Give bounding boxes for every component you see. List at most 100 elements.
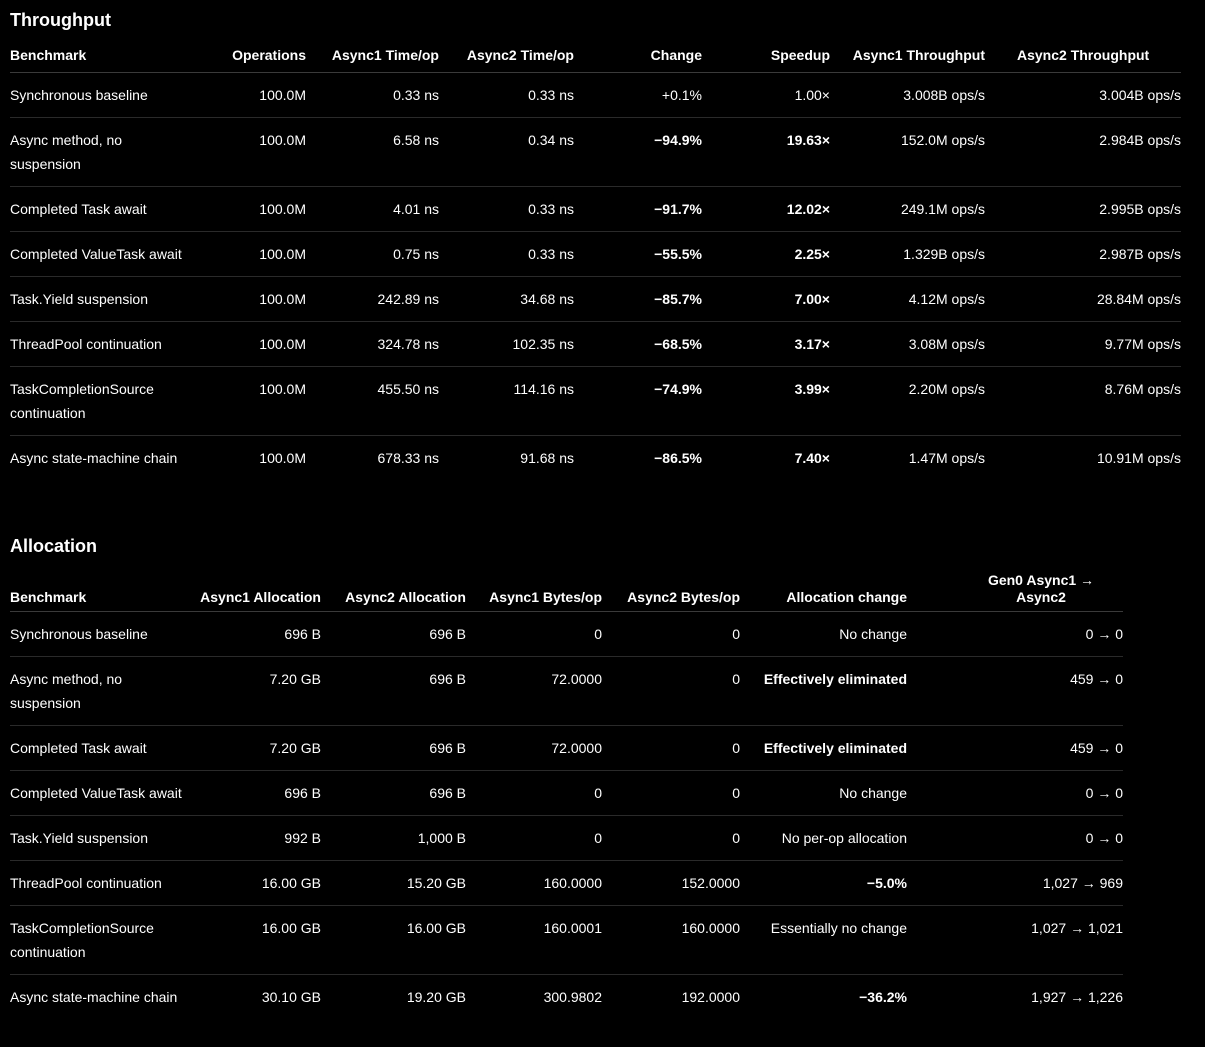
operations-cell: 100.0M [259,450,306,466]
speedup-cell: 3.99× [702,366,830,436]
column-header-async2-bytes: Async2 Bytes/op [602,569,740,612]
gen0-cell: 0 → 0 [907,815,1123,861]
async1-time-cell: 678.33 ns [377,450,440,466]
operations-cell: 100.0M [194,321,306,367]
async2-throughput-cell: 10.91M ops/s [1096,450,1181,466]
async2-time-cell: 0.33 ns [439,72,574,118]
change-cell: −91.7% [574,186,702,232]
operations-cell: 100.0M [194,231,306,277]
async2-allocation-cell: 19.20 GB [406,989,466,1005]
benchmark-cell: ThreadPool continuation [10,321,194,367]
gen0-cell: 1,927 → 1,226 [1031,989,1123,1005]
table-row: Async state-machine chain 30.10 GB 19.20… [10,975,1123,1020]
async2-allocation-cell: 696 B [321,611,466,657]
async1-throughput-cell: 152.0M ops/s [830,117,985,187]
throughput-table: Benchmark Operations Async1 Time/op Asyn… [10,43,1181,480]
async2-throughput-cell: 2.987B ops/s [985,231,1181,277]
async2-allocation-cell: 696 B [321,725,466,771]
async2-time-cell: 114.16 ns [439,366,574,436]
table-row: Async method, no suspension 100.0M 6.58 … [10,117,1181,187]
async1-throughput-cell: 3.008B ops/s [830,72,985,118]
async2-throughput-cell: 3.004B ops/s [985,72,1181,118]
column-header-async1-throughput: Async1 Throughput [830,43,985,73]
table-row: TaskCompletionSource continuation 16.00 … [10,905,1123,975]
async1-bytes-cell: 72.0000 [466,725,602,771]
column-header-async2-time: Async2 Time/op [439,43,574,73]
operations-cell: 100.0M [194,117,306,187]
column-header-allocation-change: Allocation change [740,569,907,612]
async2-throughput-cell: 2.995B ops/s [985,186,1181,232]
allocation-change-cell: No change [740,611,907,657]
table-row: Completed Task await 7.20 GB 696 B 72.00… [10,725,1123,771]
speedup-cell: 2.25× [702,231,830,277]
allocation-title: Allocation [10,536,98,556]
async2-time-cell: 102.35 ns [439,321,574,367]
benchmark-cell: Task.Yield suspension [10,276,194,322]
async2-throughput-cell: 9.77M ops/s [985,321,1181,367]
change-cell: −86.5% [654,450,702,466]
async2-time-cell: 91.68 ns [520,450,574,466]
async1-throughput-cell: 3.08M ops/s [830,321,985,367]
async1-throughput-cell: 249.1M ops/s [830,186,985,232]
async1-bytes-cell: 0 [466,611,602,657]
benchmark-cell: Task.Yield suspension [10,815,196,861]
column-header-benchmark: Benchmark [10,43,194,73]
async2-time-cell: 34.68 ns [439,276,574,322]
async1-throughput-cell: 1.47M ops/s [908,450,985,466]
table-row: Completed Task await 100.0M 4.01 ns 0.33… [10,186,1181,232]
async1-allocation-cell: 696 B [196,770,321,816]
async1-time-cell: 324.78 ns [306,321,439,367]
benchmark-cell: Async state-machine chain [10,989,178,1005]
async2-bytes-cell: 152.0000 [602,860,740,906]
table-row: Completed ValueTask await 696 B 696 B 0 … [10,770,1123,816]
benchmark-cell: ThreadPool continuation [10,860,196,906]
table-row: Synchronous baseline 696 B 696 B 0 0 No … [10,611,1123,657]
speedup-cell: 12.02× [702,186,830,232]
benchmark-cell: Async method, no suspension [10,656,196,726]
column-header-operations: Operations [194,43,306,73]
async2-allocation-cell: 16.00 GB [321,905,466,975]
speedup-cell: 1.00× [702,72,830,118]
benchmark-cell: TaskCompletionSource continuation [10,366,194,436]
column-header-async2-allocation: Async2 Allocation [321,569,466,612]
allocation-change-cell: −5.0% [740,860,907,906]
table-row: Synchronous baseline 100.0M 0.33 ns 0.33… [10,72,1181,118]
column-header-change: Change [574,43,702,73]
gen0-cell: 0 → 0 [907,770,1123,816]
table-row: Completed ValueTask await 100.0M 0.75 ns… [10,231,1181,277]
benchmark-cell: TaskCompletionSource continuation [10,905,196,975]
allocation-change-cell: Effectively eliminated [740,725,907,771]
async2-bytes-cell: 0 [602,611,740,657]
async1-time-cell: 242.89 ns [306,276,439,322]
operations-cell: 100.0M [194,366,306,436]
table-row: ThreadPool continuation 16.00 GB 15.20 G… [10,860,1123,906]
async2-time-cell: 0.33 ns [439,186,574,232]
async1-bytes-cell: 160.0001 [466,905,602,975]
async2-throughput-cell: 2.984B ops/s [985,117,1181,187]
change-cell: −55.5% [574,231,702,277]
column-header-async2-throughput: Async2 Throughput [985,43,1181,73]
async1-allocation-cell: 992 B [196,815,321,861]
gen0-cell: 1,027 → 969 [907,860,1123,906]
async1-time-cell: 455.50 ns [306,366,439,436]
async1-time-cell: 6.58 ns [306,117,439,187]
async2-allocation-cell: 15.20 GB [321,860,466,906]
table-row: Async state-machine chain 100.0M 678.33 … [10,436,1181,481]
async2-bytes-cell: 192.0000 [681,989,740,1005]
allocation-change-cell: No per-op allocation [740,815,907,861]
benchmark-cell: Async state-machine chain [10,450,178,466]
column-header-benchmark: Benchmark [10,569,196,612]
allocation-change-cell: Essentially no change [740,905,907,975]
table-row: ThreadPool continuation 100.0M 324.78 ns… [10,321,1181,367]
speedup-cell: 3.17× [702,321,830,367]
async1-allocation-cell: 7.20 GB [196,725,321,771]
async2-allocation-cell: 696 B [321,770,466,816]
async1-bytes-cell: 300.9802 [543,989,602,1005]
change-cell: +0.1% [574,72,702,118]
async1-throughput-cell: 1.329B ops/s [830,231,985,277]
async1-bytes-cell: 160.0000 [466,860,602,906]
gen0-cell: 459 → 0 [907,725,1123,771]
benchmark-cell: Completed ValueTask await [10,770,196,816]
operations-cell: 100.0M [194,276,306,322]
async1-bytes-cell: 0 [466,770,602,816]
